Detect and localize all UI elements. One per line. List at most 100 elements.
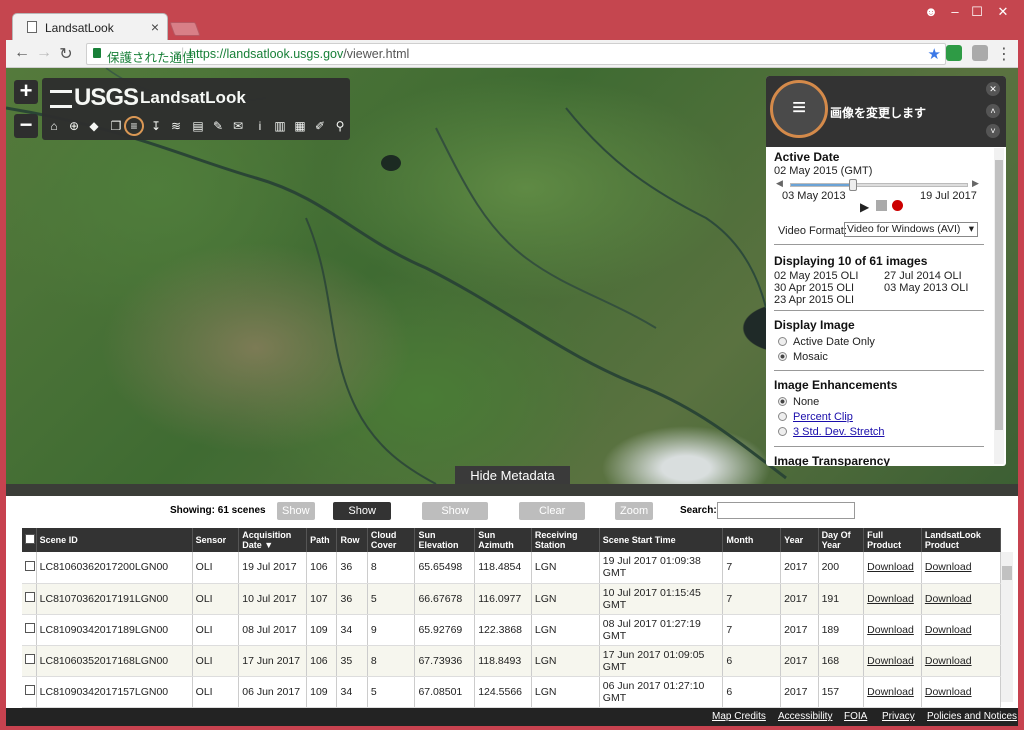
table-row[interactable]: LC81060352017168LGN00 OLI 17 Jun 2017 106 35… xyxy=(22,645,1002,677)
reload-icon[interactable]: ↻ xyxy=(56,44,76,64)
col-header[interactable]: LandsatLook Product xyxy=(921,528,1002,552)
col-header[interactable]: Scene Start Time xyxy=(599,528,724,552)
date-slider[interactable] xyxy=(790,179,968,191)
full-product-download-link[interactable]: Download xyxy=(863,676,922,708)
play-icon[interactable]: ▶ xyxy=(860,200,869,214)
layers-copy-icon[interactable]: ❐ xyxy=(108,118,124,134)
tag-icon[interactable]: ◆ xyxy=(86,118,102,134)
landsatlook-download-link[interactable]: Download xyxy=(921,552,1002,584)
table-row[interactable]: LC81090342017189LGN00 OLI 08 Jul 2017 109 34… xyxy=(22,614,1002,646)
col-header[interactable]: Month xyxy=(722,528,782,552)
minimize-icon[interactable]: – xyxy=(944,4,966,19)
home-icon[interactable]: ⌂ xyxy=(46,118,62,134)
col-header[interactable]: Acquisition Date ▼ xyxy=(238,528,308,552)
table-scrollbar[interactable] xyxy=(1001,552,1013,702)
stop-icon[interactable] xyxy=(876,200,887,211)
pencil-icon[interactable]: ✎ xyxy=(210,118,226,134)
col-header[interactable]: Receiving Station xyxy=(531,528,600,552)
stack-icon[interactable]: ≋ xyxy=(168,118,184,134)
browser-tab[interactable]: LandsatLook × xyxy=(12,13,168,41)
privacy-link[interactable]: Privacy xyxy=(882,711,915,722)
col-header[interactable]: Sun Azimuth xyxy=(474,528,532,552)
row-checkbox[interactable] xyxy=(22,552,37,584)
search-icon[interactable]: ⚲ xyxy=(332,118,348,134)
table-row[interactable]: LC81060362017200LGN00 OLI 19 Jul 2017 106 36… xyxy=(22,552,1002,584)
slider-right-arrow-icon[interactable]: ▶ xyxy=(972,178,979,189)
row-checkbox[interactable] xyxy=(22,676,37,708)
col-header[interactable]: Sun Elevation xyxy=(414,528,476,552)
address-bar[interactable]: 保護された通信 | https://landsatlook.usgs.gov/v… xyxy=(86,43,946,65)
zoom-out-button[interactable]: − xyxy=(14,114,38,138)
video-format-select[interactable]: Video for Windows (AVI) ▾ xyxy=(844,222,978,237)
row-checkbox[interactable] xyxy=(22,583,37,615)
radio-active-date-only[interactable]: Active Date Only xyxy=(778,336,875,348)
select-all-checkbox[interactable] xyxy=(22,528,37,552)
bookmark-icon[interactable]: ▦ xyxy=(292,118,308,134)
bookmark-star-icon[interactable]: ★ xyxy=(928,45,941,63)
accessibility-link[interactable]: Accessibility xyxy=(778,711,832,722)
record-icon[interactable] xyxy=(892,200,903,211)
landsatlook-download-link[interactable]: Download xyxy=(921,583,1002,615)
panel-scroll-thumb[interactable] xyxy=(995,160,1003,430)
clear-footprints-button[interactable]: Clear Footprint(s) xyxy=(519,502,586,535)
row-checkbox[interactable] xyxy=(22,645,37,677)
menu-icon[interactable]: ⋮ xyxy=(994,44,1014,64)
extension-icon[interactable] xyxy=(946,45,962,61)
print-icon[interactable]: ▤ xyxy=(190,118,206,134)
table-row[interactable]: LC81070362017191LGN00 OLI 10 Jul 2017 107 36… xyxy=(22,583,1002,615)
radio-percent-clip[interactable]: Percent Clip xyxy=(778,411,853,423)
col-header[interactable]: Scene ID xyxy=(36,528,193,552)
chat-icon[interactable]: ✉ xyxy=(230,118,246,134)
edit-icon[interactable]: ✐ xyxy=(312,118,328,134)
table-scroll-thumb[interactable] xyxy=(1002,566,1012,580)
book-icon[interactable]: ▥ xyxy=(272,118,288,134)
col-header[interactable]: Full Product xyxy=(863,528,922,552)
full-product-download-link[interactable]: Download xyxy=(863,552,922,584)
table-cell: 7 xyxy=(722,552,782,584)
zoom-in-button[interactable]: + xyxy=(14,80,38,104)
slider-left-arrow-icon[interactable]: ◀ xyxy=(776,178,783,189)
landsatlook-download-link[interactable]: Download xyxy=(921,676,1002,708)
col-header[interactable]: Path xyxy=(306,528,338,552)
radio-mosaic[interactable]: Mosaic xyxy=(778,351,828,363)
pocket-icon[interactable] xyxy=(972,45,988,61)
user-icon[interactable]: ☻ xyxy=(920,4,942,19)
col-header[interactable]: Row xyxy=(336,528,368,552)
row-checkbox[interactable] xyxy=(22,614,37,646)
crosshair-icon[interactable]: ⊕ xyxy=(66,118,82,134)
show-displayed-button[interactable]: Show Displayed xyxy=(333,502,392,535)
adjust-sliders-icon[interactable]: ≡ xyxy=(124,116,144,136)
full-product-download-link[interactable]: Download xyxy=(863,645,922,677)
full-product-download-link[interactable]: Download xyxy=(863,583,922,615)
close-icon[interactable]: ✕ xyxy=(986,82,1000,96)
radio-std-dev-stretch[interactable]: 3 Std. Dev. Stretch xyxy=(778,426,885,438)
download-arrow-icon[interactable]: ↧ xyxy=(148,118,164,134)
chevron-down-icon[interactable]: ˅ xyxy=(986,124,1000,138)
col-header[interactable]: Year xyxy=(780,528,819,552)
full-product-download-link[interactable]: Download xyxy=(863,614,922,646)
table-row[interactable]: LC81090342017157LGN00 OLI 06 Jun 2017 109 34… xyxy=(22,676,1002,708)
show-footprints-button[interactable]: Show Footprint(s) xyxy=(422,502,489,535)
landsatlook-download-link[interactable]: Download xyxy=(921,614,1002,646)
radio-none[interactable]: None xyxy=(778,396,819,408)
back-icon[interactable]: ← xyxy=(12,44,32,62)
chevron-up-icon[interactable]: ˄ xyxy=(986,104,1000,118)
col-header[interactable]: Sensor xyxy=(192,528,240,552)
map-credits-link[interactable]: Map Credits xyxy=(712,711,766,722)
close-tab-icon[interactable]: × xyxy=(151,19,159,35)
search-input[interactable] xyxy=(717,502,855,519)
forward-icon[interactable]: → xyxy=(34,44,54,62)
foia-link[interactable]: FOIA xyxy=(844,711,867,722)
close-window-icon[interactable]: ✕ xyxy=(992,4,1014,20)
show-all-button[interactable]: Show All xyxy=(277,502,315,535)
policies-link[interactable]: Policies and Notices xyxy=(927,711,1017,722)
col-header[interactable]: Cloud Cover xyxy=(367,528,416,552)
hide-metadata-button[interactable]: Hide Metadata xyxy=(455,466,570,486)
info-icon[interactable]: i xyxy=(252,118,268,134)
landsatlook-download-link[interactable]: Download xyxy=(921,645,1002,677)
col-header[interactable]: Day Of Year xyxy=(818,528,865,552)
new-tab-button[interactable] xyxy=(169,22,201,36)
slider-handle[interactable] xyxy=(849,179,857,191)
maximize-icon[interactable]: ☐ xyxy=(966,4,988,20)
zoom-to-button[interactable]: Zoom To xyxy=(615,502,654,535)
